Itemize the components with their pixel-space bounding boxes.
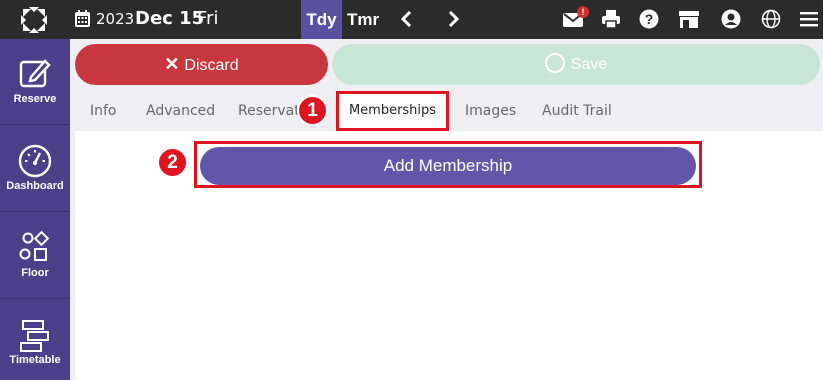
gauge-icon (18, 144, 52, 178)
discard-button[interactable]: ✕ Discard (75, 44, 328, 85)
sidebar-item-label: Floor (21, 267, 49, 279)
shapes-icon (19, 230, 50, 261)
store-icon[interactable] (678, 9, 700, 29)
chevron-left-icon[interactable] (398, 10, 416, 28)
sidebar-item-timetable[interactable]: Timetable (0, 300, 70, 380)
sidebar-item-floor[interactable]: Floor (0, 213, 70, 299)
chevron-right-icon[interactable] (444, 10, 462, 28)
sidebar-item-label: Reserve (13, 93, 57, 105)
annotation-marker-2: 2 (157, 147, 188, 178)
date-year[interactable]: 2023 (96, 10, 134, 28)
top-bar: 2023 Dec 15 Fri Tdy Tmr ! ? (0, 0, 823, 39)
notification-badge: ! (577, 6, 589, 18)
today-button[interactable]: Tdy (301, 0, 342, 39)
tab-audit-trail[interactable]: Audit Trail (542, 93, 612, 131)
sidebar-item-dashboard[interactable]: Dashboard (0, 126, 70, 212)
account-icon[interactable] (721, 9, 741, 29)
timetable-icon (20, 320, 49, 352)
globe-icon[interactable] (761, 9, 781, 29)
edit-icon (19, 59, 51, 88)
tab-reservations[interactable]: Reservat (238, 93, 300, 131)
sidebar-item-reserve[interactable]: Reserve (0, 39, 70, 125)
discard-label: Discard (184, 57, 239, 74)
tab-info[interactable]: Info (90, 93, 117, 131)
date-weekday[interactable]: Fri (197, 8, 218, 29)
app-logo-icon[interactable] (20, 6, 48, 34)
sidebar: Reserve Dashboard Floor Timetable (0, 39, 70, 380)
sidebar-item-label: Dashboard (6, 180, 64, 192)
add-membership-highlight: Add Membership (194, 141, 702, 188)
print-icon[interactable] (601, 9, 621, 29)
main-panel: ✕ Discard Save Info Advanced Reservat Ima… (70, 39, 823, 380)
svg-text:?: ? (645, 11, 654, 27)
tomorrow-button[interactable]: Tmr (347, 0, 379, 39)
add-membership-button[interactable]: Add Membership (200, 147, 696, 185)
save-label: Save (570, 56, 608, 73)
date-month-day[interactable]: Dec 15 (135, 8, 204, 29)
menu-icon[interactable] (799, 9, 819, 29)
tab-memberships[interactable]: Memberships (336, 91, 449, 131)
save-button[interactable]: Save (332, 44, 820, 85)
close-icon: ✕ (164, 54, 180, 74)
circle-icon (544, 53, 565, 74)
tab-advanced[interactable]: Advanced (146, 93, 215, 131)
sidebar-item-label: Timetable (9, 354, 61, 366)
calendar-icon[interactable] (75, 10, 90, 27)
help-icon[interactable]: ? (639, 9, 659, 29)
tab-images[interactable]: Images (465, 93, 516, 131)
annotation-marker-1: 1 (297, 95, 328, 126)
